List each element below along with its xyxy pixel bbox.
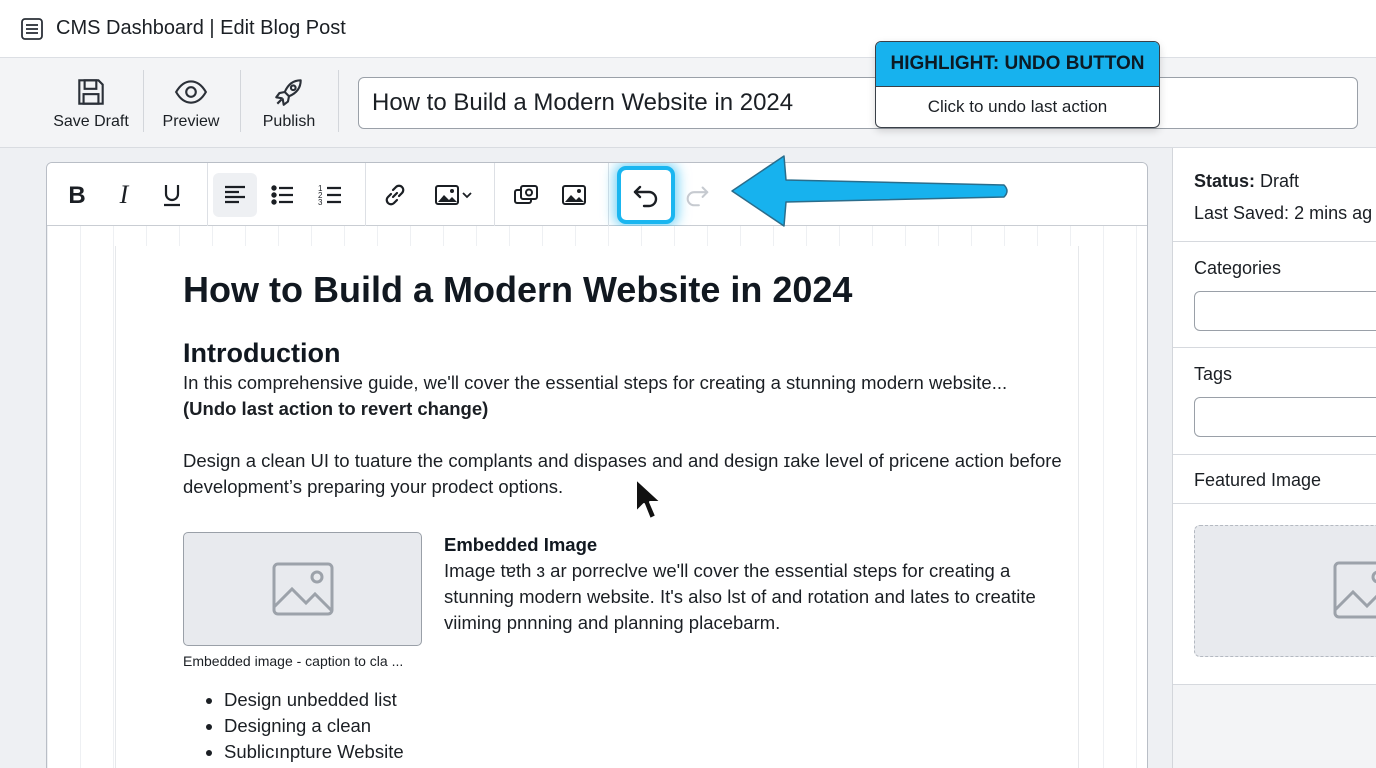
status-line: Status: Draft	[1194, 171, 1299, 192]
image-caption: Embedded image - caption to cla ...	[183, 653, 404, 669]
rocket-icon	[275, 79, 302, 106]
categories-input[interactable]	[1194, 291, 1376, 331]
editor-panel: B I 1 2 3 How to Build a Modern Website …	[46, 162, 1148, 768]
mouse-cursor-icon	[635, 478, 662, 520]
window-title: CMS Dashboard | Edit Blog Post	[56, 17, 346, 39]
undo-icon	[633, 185, 658, 208]
svg-text:I: I	[119, 181, 130, 209]
media-button[interactable]	[504, 173, 548, 217]
image-dropdown-button[interactable]	[427, 173, 479, 217]
toolbar-divider	[338, 70, 339, 132]
document-content[interactable]: How to Build a Modern Website in 2024 In…	[183, 268, 1063, 500]
align-left-icon	[225, 185, 245, 204]
list-item: Design unbedded list	[224, 687, 404, 713]
image-icon	[435, 185, 459, 205]
status-value: Draft	[1260, 171, 1300, 191]
save-draft-label: Save Draft	[53, 113, 129, 130]
categories-label: Categories	[1194, 258, 1282, 278]
categories-section: Categories	[1173, 242, 1376, 348]
bullet-list-button[interactable]	[261, 173, 305, 217]
bullet-list-icon	[271, 185, 293, 205]
list-item: Sublicınpture Website	[224, 739, 404, 765]
list-item: Designing a clean	[224, 713, 404, 739]
undo-button[interactable]	[617, 166, 675, 224]
status-section: Status: Draft Last Saved: 2 mins ag	[1173, 148, 1376, 242]
document-title: How to Build a Modern Website in 2024	[183, 269, 853, 310]
publish-label: Publish	[262, 113, 316, 130]
callout-heading: HIGHLIGHT: UNDO BUTTON	[876, 42, 1159, 87]
last-saved: Last Saved: 2 mins ag	[1194, 203, 1373, 223]
body-paragraph: Design a clean UI to tuature the complan…	[183, 450, 1062, 497]
chevron-down-icon	[462, 192, 472, 199]
main-toolbar: Save Draft Preview Publish	[0, 58, 1376, 148]
intro-heading: Introduction	[183, 338, 341, 368]
featured-image-dropzone[interactable]	[1194, 525, 1376, 657]
svg-text:B: B	[68, 182, 85, 209]
image-button[interactable]	[552, 173, 596, 217]
save-icon	[78, 79, 104, 105]
bullet-list: Design unbedded list Designing a clean S…	[224, 687, 404, 765]
numbered-list-button[interactable]: 1 2 3	[309, 173, 353, 217]
format-divider	[494, 163, 495, 226]
title-bar: CMS Dashboard | Edit Blog Post	[0, 0, 1376, 58]
italic-icon: I	[119, 181, 130, 209]
toolbar-divider	[240, 70, 241, 132]
format-divider	[608, 163, 609, 226]
image-placeholder-icon	[1333, 561, 1376, 619]
bold-button[interactable]: B	[55, 173, 99, 217]
embedded-image-block[interactable]: Embedded image - caption to cla ... Embe…	[183, 532, 1063, 682]
link-button[interactable]	[373, 173, 417, 217]
numbered-list-icon: 1 2 3	[318, 184, 341, 207]
tags-section: Tags	[1173, 348, 1376, 455]
publish-button[interactable]: Publish	[246, 58, 332, 148]
eye-icon	[174, 80, 208, 104]
callout-text: Click to undo last action	[927, 97, 1108, 116]
status-label: Status:	[1194, 171, 1256, 191]
featured-image-label: Featured Image	[1194, 470, 1322, 490]
image-icon	[562, 185, 586, 205]
tags-input[interactable]	[1194, 397, 1376, 437]
embed-heading: Embedded Image	[444, 534, 598, 555]
pointer-arrow	[731, 155, 1008, 227]
format-divider	[365, 163, 366, 226]
right-sidebar: Status: Draft Last Saved: 2 mins ag Cate…	[1172, 148, 1376, 768]
embed-text-block: Embedded Image Image tɐth ɜ ar porreclve…	[444, 532, 1044, 636]
link-icon	[385, 184, 405, 206]
italic-button[interactable]: I	[102, 173, 146, 217]
embed-paragraph: Image tɐth ɜ ar porreclve we'll cover th…	[444, 560, 1036, 633]
undo-note: (Undo last action to revert change)	[183, 398, 489, 419]
tags-label: Tags	[1194, 364, 1233, 384]
embedded-image[interactable]	[183, 532, 422, 646]
align-left-button[interactable]	[213, 173, 257, 217]
toolbar-divider	[143, 70, 144, 132]
image-placeholder-icon	[272, 562, 333, 616]
save-draft-button[interactable]: Save Draft	[46, 58, 136, 148]
format-divider	[207, 163, 208, 226]
featured-image-header: Featured Image	[1173, 455, 1376, 504]
underline-icon	[164, 185, 180, 207]
preview-label: Preview	[162, 113, 220, 130]
highlight-callout: HIGHLIGHT: UNDO BUTTON Click to undo las…	[875, 41, 1160, 128]
redo-icon	[686, 186, 709, 207]
underline-button[interactable]	[150, 173, 194, 217]
svg-text:3: 3	[318, 198, 323, 207]
redo-button[interactable]	[675, 173, 719, 217]
post-title-input[interactable]	[358, 77, 1358, 129]
intro-paragraph: In this comprehensive guide, we'll cover…	[183, 372, 1008, 393]
preview-button[interactable]: Preview	[148, 58, 234, 148]
featured-image-section	[1173, 504, 1376, 685]
document-icon	[21, 17, 43, 40]
bold-icon: B	[68, 182, 85, 209]
media-icon	[514, 185, 538, 204]
